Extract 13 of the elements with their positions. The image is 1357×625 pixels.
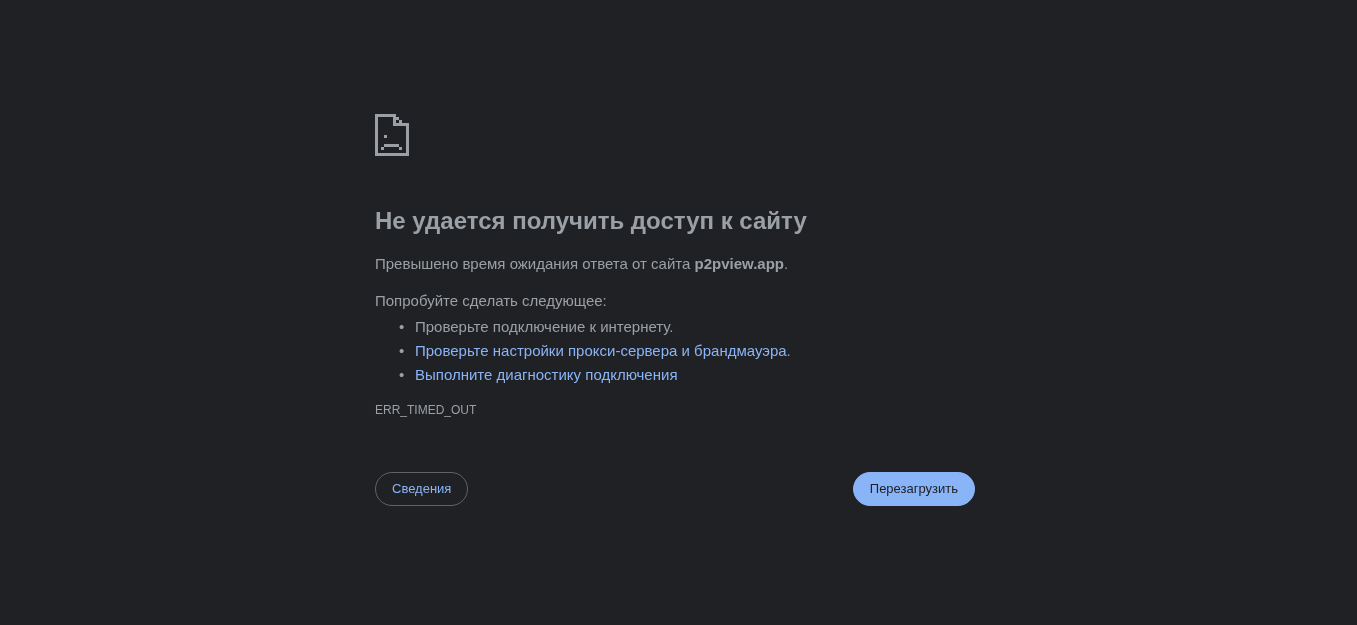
suggestion-text: Проверьте подключение к интернету.: [415, 316, 674, 337]
bullet-marker: •: [399, 364, 406, 385]
bullet-marker: •: [399, 340, 406, 361]
bullet-marker: •: [399, 316, 406, 337]
error-summary: Превышено время ожидания ответа от сайта p2pview.app.: [375, 254, 790, 274]
sad-page-icon: [375, 114, 409, 156]
suggestion-punctuation: .: [786, 340, 791, 361]
error-code: ERR_TIMED_OUT: [375, 402, 478, 417]
suggestion-link[interactable]: Проверьте настройки прокси-сервера и брандмауэра: [415, 338, 787, 363]
error-heading: Не удается получить доступ к сайту: [375, 206, 808, 236]
suggestions-intro: Попробуйте сделать следующее:: [375, 291, 608, 312]
reload-button[interactable]: Перезагрузить: [852, 471, 975, 506]
suggestion-link[interactable]: Выполните диагностику подключения: [415, 362, 678, 387]
